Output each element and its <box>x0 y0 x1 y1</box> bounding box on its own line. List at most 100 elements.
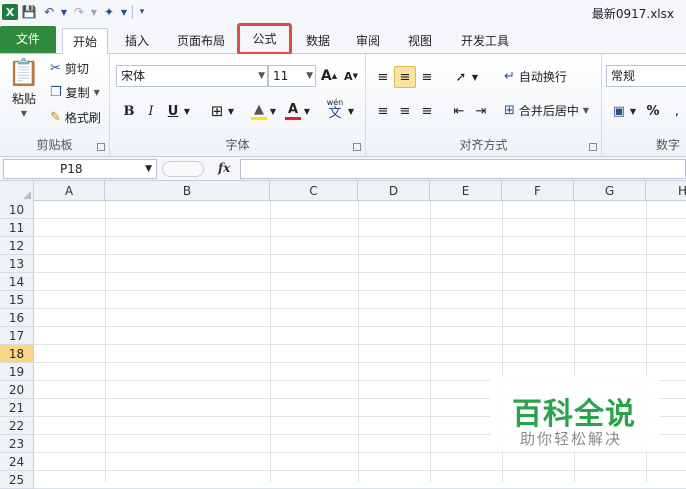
alignment-launcher-icon[interactable] <box>589 143 597 151</box>
row-header-23[interactable]: 23 <box>0 435 34 453</box>
align-right-icon: ≡ <box>421 103 433 119</box>
merge-center-icon: ⊞ <box>504 103 515 118</box>
row-header-17[interactable]: 17 <box>0 327 34 345</box>
accounting-dropdown-icon[interactable]: ▼ <box>628 100 638 122</box>
name-box-dropdown-icon[interactable]: ▼ <box>145 160 152 178</box>
row-header-16[interactable]: 16 <box>0 309 34 327</box>
copy-button[interactable]: ❐ 复制 ▼ <box>50 84 100 101</box>
save-icon[interactable]: 💾 <box>20 3 38 21</box>
row-header-13[interactable]: 13 <box>0 255 34 273</box>
cut-button[interactable]: ✂ 剪切 <box>50 60 89 77</box>
comma-style-button[interactable]: , <box>666 100 686 122</box>
align-right-button[interactable]: ≡ <box>416 100 438 122</box>
paste-button[interactable]: 📋 粘贴 ▼ <box>6 58 42 118</box>
clipboard-launcher-icon[interactable] <box>97 143 105 151</box>
row-header-19[interactable]: 19 <box>0 363 34 381</box>
phonetic-button[interactable]: wén 文 <box>324 98 346 121</box>
font-size-select[interactable]: 11 ▼ <box>268 65 316 87</box>
row-header-22[interactable]: 22 <box>0 417 34 435</box>
row-header-12[interactable]: 12 <box>0 237 34 255</box>
watermark-title: 百科全说 <box>512 397 636 432</box>
tab-view[interactable]: 视图 <box>398 28 442 54</box>
column-header-h[interactable]: H <box>646 181 686 201</box>
phonetic-dropdown-icon[interactable]: ▼ <box>346 100 356 122</box>
row-gridline <box>34 236 686 237</box>
tab-review[interactable]: 审阅 <box>346 28 390 54</box>
font-color-dropdown-icon[interactable]: ▼ <box>302 100 312 122</box>
formula-controls: fx <box>162 159 238 179</box>
formula-expand-handle[interactable] <box>162 161 204 177</box>
row-header-24[interactable]: 24 <box>0 453 34 471</box>
align-bottom-button[interactable]: ≡ <box>416 66 438 88</box>
tools-icon[interactable]: ✦ <box>100 3 118 21</box>
font-launcher-icon[interactable] <box>353 143 361 151</box>
underline-dropdown-icon[interactable]: ▼ <box>182 100 192 122</box>
row-header-10[interactable]: 10 <box>0 201 34 219</box>
shrink-font-button[interactable]: A ▼ <box>340 65 362 87</box>
wrap-text-button[interactable]: ↵ 自动换行 <box>504 68 567 85</box>
align-left-button[interactable]: ≡ <box>372 100 394 122</box>
formula-input[interactable] <box>240 159 686 179</box>
column-header-f[interactable]: F <box>502 181 574 201</box>
tab-file[interactable]: 文件 <box>0 26 56 53</box>
excel-app-icon[interactable]: X <box>2 4 18 20</box>
percent-style-button[interactable]: % <box>642 100 664 122</box>
align-top-button[interactable]: ≡ <box>372 66 394 88</box>
align-middle-button[interactable]: ≡ <box>394 66 416 88</box>
row-header-11[interactable]: 11 <box>0 219 34 237</box>
tab-developer[interactable]: 开发工具 <box>452 28 518 54</box>
tab-data[interactable]: 数据 <box>296 28 340 54</box>
redo-icon[interactable]: ↷ <box>70 3 88 21</box>
underline-button[interactable]: U <box>162 100 184 122</box>
insert-function-icon[interactable]: fx <box>218 161 230 175</box>
row-header-14[interactable]: 14 <box>0 273 34 291</box>
font-color-icon: A <box>287 101 299 117</box>
number-format-select[interactable]: 常规 <box>606 65 686 87</box>
accounting-format-button[interactable]: ▣ <box>608 100 630 122</box>
select-all-button[interactable] <box>0 181 34 201</box>
percent-icon: % <box>646 103 660 119</box>
column-header-g[interactable]: G <box>574 181 646 201</box>
tab-page-layout[interactable]: 页面布局 <box>168 28 234 54</box>
align-center-button[interactable]: ≡ <box>394 100 416 122</box>
align-bottom-icon: ≡ <box>421 69 433 85</box>
format-painter-button[interactable]: ✎ 格式刷 <box>50 109 101 126</box>
tab-formulas[interactable]: 公式 <box>237 23 292 55</box>
grow-font-button[interactable]: A ▲ <box>318 65 340 87</box>
undo-icon[interactable]: ↶ <box>40 3 58 21</box>
name-box[interactable]: P18 ▼ <box>3 159 157 179</box>
decrease-indent-button[interactable]: ⇤ <box>448 100 470 122</box>
row-header-18[interactable]: 18 <box>0 345 34 363</box>
tab-insert[interactable]: 插入 <box>114 28 160 54</box>
italic-button[interactable]: I <box>140 100 162 122</box>
borders-dropdown-icon[interactable]: ▼ <box>226 100 236 122</box>
qat-separator <box>132 5 133 19</box>
column-header-d[interactable]: D <box>358 181 430 201</box>
tab-home[interactable]: 开始 <box>62 28 108 55</box>
font-name-select[interactable]: 宋体 ▼ <box>116 65 268 87</box>
increase-indent-button[interactable]: ⇥ <box>470 100 492 122</box>
customize-qat-icon[interactable]: ▾ <box>137 3 147 21</box>
name-box-value: P18 <box>60 162 83 176</box>
column-header-a[interactable]: A <box>34 181 105 201</box>
redo-dropdown-icon[interactable]: ▼ <box>90 3 98 21</box>
grow-font-icon: A <box>320 68 332 84</box>
tools-dropdown-icon[interactable]: ▼ <box>120 3 128 21</box>
merge-center-button[interactable]: ⊞ 合并后居中 ▼ <box>504 102 589 119</box>
font-color-button[interactable]: A <box>282 100 304 122</box>
column-gridline <box>105 201 106 482</box>
orientation-dropdown-icon[interactable]: ▼ <box>470 66 480 88</box>
undo-dropdown-icon[interactable]: ▼ <box>60 3 68 21</box>
column-header-b[interactable]: B <box>105 181 270 201</box>
fill-color-button[interactable]: ▲ <box>248 100 270 122</box>
column-header-c[interactable]: C <box>270 181 358 201</box>
borders-button[interactable]: ⊞ <box>206 100 228 122</box>
column-header-e[interactable]: E <box>430 181 502 201</box>
orientation-button[interactable]: ➚ <box>450 66 472 88</box>
row-header-20[interactable]: 20 <box>0 381 34 399</box>
row-header-15[interactable]: 15 <box>0 291 34 309</box>
row-header-25[interactable]: 25 <box>0 471 34 489</box>
bold-button[interactable]: B <box>118 100 140 122</box>
fill-color-dropdown-icon[interactable]: ▼ <box>268 100 278 122</box>
row-header-21[interactable]: 21 <box>0 399 34 417</box>
